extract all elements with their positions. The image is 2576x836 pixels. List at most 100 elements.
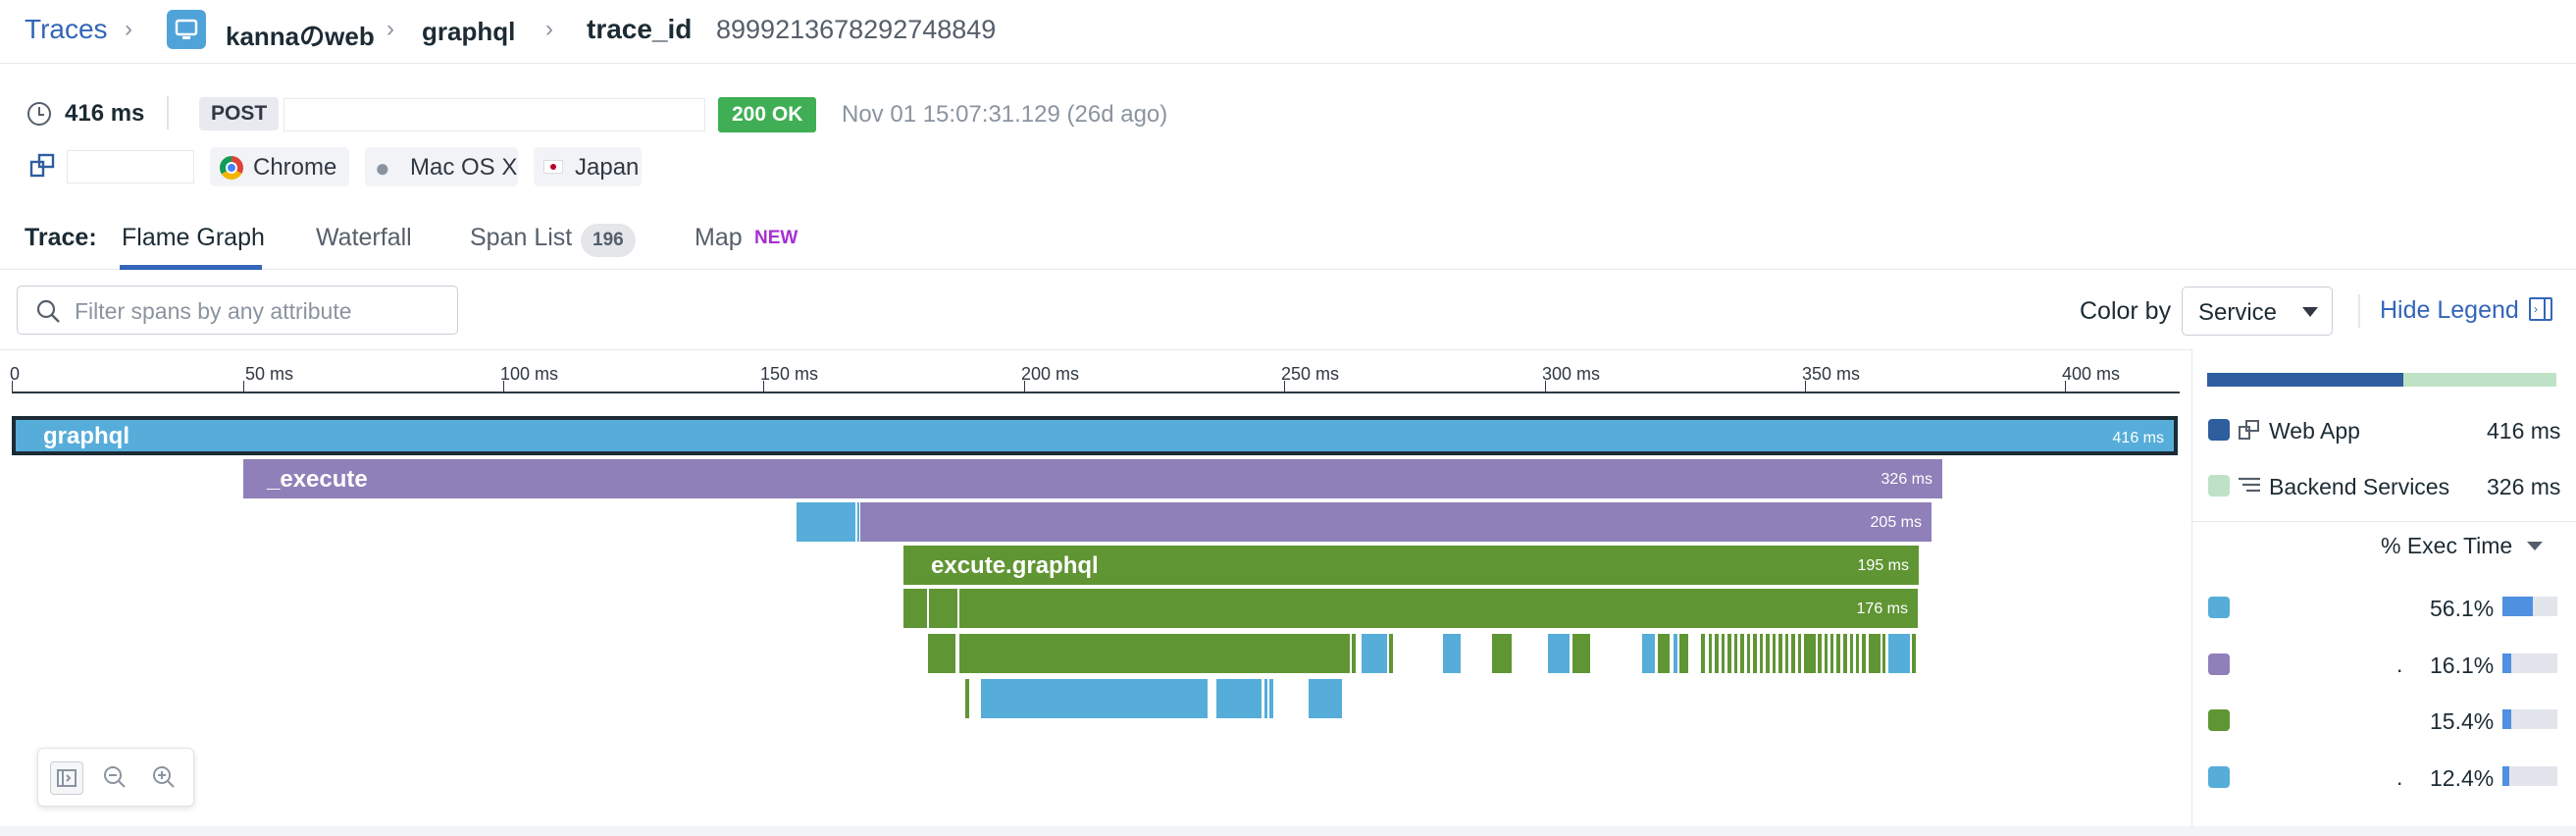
country-tag[interactable]: Japan <box>534 147 642 186</box>
legend-service-value: 416 ms <box>2487 418 2561 444</box>
legend-row-label: . <box>2396 764 2403 790</box>
span-block[interactable] <box>929 589 957 628</box>
span-block[interactable] <box>1492 634 1512 673</box>
span-block[interactable] <box>1679 634 1688 673</box>
legend-row-label: . <box>2396 652 2403 677</box>
app-field[interactable] <box>67 150 194 183</box>
span-block[interactable] <box>1658 634 1670 673</box>
span-block[interactable] <box>1843 634 1847 673</box>
url-field[interactable] <box>283 98 705 131</box>
span-execute[interactable]: _execute 326 ms <box>243 459 1942 498</box>
span-excute-graphql[interactable]: excute.graphql 195 ms <box>903 546 1919 585</box>
hide-legend-button[interactable]: Hide Legend <box>2380 296 2519 325</box>
tab-span-list[interactable]: Span List <box>470 224 572 252</box>
browser-tag[interactable]: Chrome <box>210 147 349 186</box>
span-block[interactable] <box>1862 634 1866 673</box>
tab-map[interactable]: Map <box>695 224 743 252</box>
span-block[interactable] <box>1798 634 1801 673</box>
exec-time-sort-button[interactable]: % Exec Time <box>2381 533 2512 559</box>
legend-swatch <box>2208 475 2230 496</box>
span-block[interactable] <box>1701 634 1705 673</box>
span-block[interactable] <box>965 679 969 718</box>
span-block[interactable] <box>1352 634 1356 673</box>
chevron-right-icon: › <box>545 16 553 42</box>
span-block[interactable] <box>1856 634 1859 673</box>
span-block[interactable] <box>1888 634 1910 673</box>
span-child[interactable]: 205 ms <box>860 502 1932 542</box>
span-block[interactable] <box>1778 634 1782 673</box>
breadcrumb-resource[interactable]: graphql <box>422 17 515 47</box>
span-block[interactable] <box>1715 634 1719 673</box>
span-child[interactable]: 176 ms <box>959 589 1918 628</box>
span-block[interactable] <box>1869 634 1880 673</box>
new-badge: NEW <box>754 228 799 248</box>
span-block[interactable] <box>1766 634 1770 673</box>
span-block[interactable] <box>1836 634 1840 673</box>
span-block[interactable] <box>857 502 859 542</box>
span-block[interactable] <box>1709 634 1712 673</box>
span-block[interactable] <box>1912 634 1916 673</box>
axis-tick-label: 300 ms <box>1542 364 1601 384</box>
span-block[interactable] <box>1362 634 1387 673</box>
span-block[interactable] <box>1785 634 1788 673</box>
search-placeholder: Filter spans by any attribute <box>75 298 352 324</box>
span-block[interactable] <box>1740 634 1744 673</box>
axis-tick-label: 350 ms <box>1802 364 1861 384</box>
axis-tick <box>243 381 244 392</box>
axis-tick-label: 50 ms <box>245 364 294 384</box>
breadcrumb-traces-link[interactable]: Traces <box>25 14 108 45</box>
span-block[interactable] <box>928 634 955 673</box>
span-block[interactable] <box>1269 679 1273 718</box>
bottom-edge <box>0 826 2576 836</box>
span-block[interactable] <box>1753 634 1757 673</box>
span-block[interactable] <box>1830 634 1833 673</box>
axis-tick-label: 250 ms <box>1281 364 1340 384</box>
span-block[interactable] <box>1216 679 1262 718</box>
span-block[interactable] <box>1734 634 1737 673</box>
span-block[interactable] <box>1727 634 1731 673</box>
span-block[interactable] <box>797 502 855 542</box>
span-block[interactable] <box>1722 634 1725 673</box>
span-duration: 326 ms <box>1880 471 1932 488</box>
span-block[interactable] <box>903 589 927 628</box>
toggle-minimap-button[interactable] <box>50 761 83 795</box>
os-tag-label: Mac OS X <box>410 154 518 181</box>
os-tag[interactable]: ● Mac OS X <box>365 147 518 186</box>
color-by-select[interactable]: Service <box>2182 287 2333 336</box>
span-graphql[interactable]: graphql 416 ms <box>12 416 2178 455</box>
axis-tick-label: 200 ms <box>1021 364 1080 384</box>
span-block[interactable] <box>1760 634 1763 673</box>
tab-waterfall[interactable]: Waterfall <box>316 224 412 252</box>
trace-tabs: Trace: Flame Graph Waterfall Span List 1… <box>0 208 2576 270</box>
span-block[interactable] <box>1773 634 1776 673</box>
span-block[interactable] <box>1825 634 1828 673</box>
collapse-panel-icon[interactable]: › <box>2529 297 2552 321</box>
span-block[interactable] <box>1264 679 1267 718</box>
breadcrumb-service[interactable]: kannaのweb <box>226 17 375 53</box>
span-block[interactable] <box>1850 634 1853 673</box>
span-block[interactable] <box>1443 634 1461 673</box>
span-block[interactable] <box>1389 634 1393 673</box>
tab-flame-graph[interactable]: Flame Graph <box>122 224 265 252</box>
chevron-down-icon[interactable] <box>2527 542 2543 550</box>
span-block[interactable] <box>981 679 1208 718</box>
span-search-input[interactable]: Filter spans by any attribute <box>17 286 458 335</box>
span-block[interactable] <box>959 634 1350 673</box>
span-block[interactable] <box>1818 634 1822 673</box>
span-block[interactable] <box>1548 634 1570 673</box>
span-block[interactable] <box>1572 634 1590 673</box>
zoom-out-button[interactable] <box>99 761 130 793</box>
zoom-in-button[interactable] <box>148 761 180 793</box>
span-block[interactable] <box>1309 679 1342 718</box>
span-block[interactable] <box>1747 634 1750 673</box>
span-duration: 176 ms <box>1856 601 1908 617</box>
span-block[interactable] <box>1791 634 1795 673</box>
trace-timestamp: Nov 01 15:07:31.129 (26d ago) <box>842 101 1168 128</box>
color-by-value: Service <box>2198 299 2278 326</box>
span-block[interactable] <box>1882 634 1885 673</box>
span-block[interactable] <box>1804 634 1816 673</box>
exec-time-bar <box>2502 597 2557 616</box>
span-block[interactable] <box>1674 634 1677 673</box>
span-block[interactable] <box>1642 634 1655 673</box>
legend-service-name: Backend Services <box>2269 474 2450 499</box>
